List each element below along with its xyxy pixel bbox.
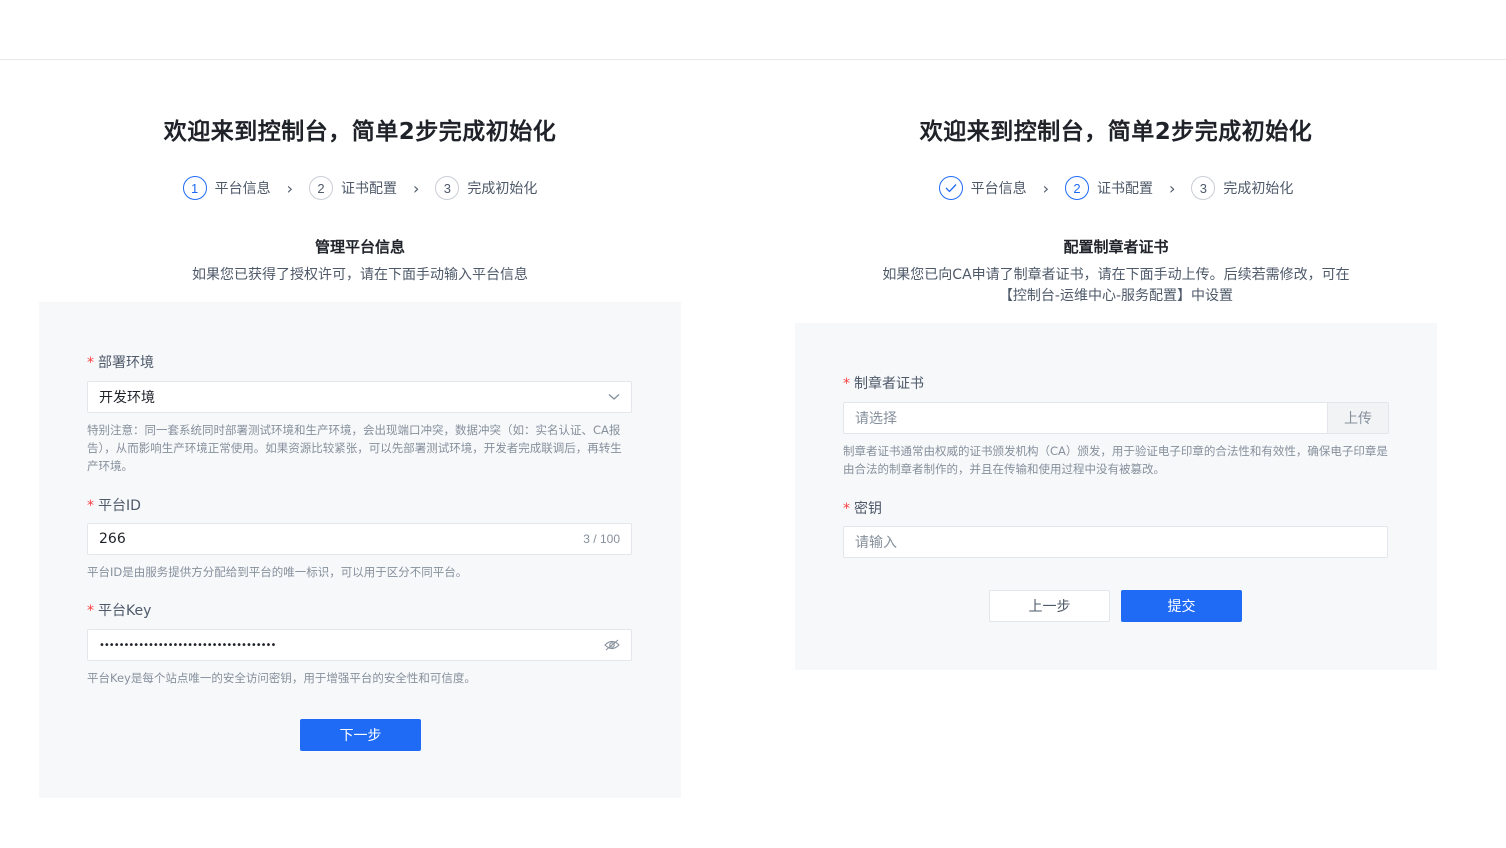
cert-upload-field: 请选择 上传 (843, 402, 1389, 434)
eye-hidden-icon[interactable] (604, 639, 620, 651)
platform-key-label: * 平台Key (87, 600, 151, 620)
step-number: 2 (309, 176, 333, 200)
platform-key-label-text: 平台Key (98, 603, 152, 619)
step-label: 平台信息 (970, 181, 1027, 197)
required-mark: * (87, 603, 94, 619)
platform-id-label: * 平台ID (87, 495, 141, 515)
section-title: 配置制章者证书 (1063, 238, 1169, 256)
section-description: 如果您已获得了授权许可，请在下面手动输入平台信息 (192, 267, 528, 283)
env-label-text: 部署环境 (98, 355, 154, 371)
env-help: 特别注意：同一套系统同时部署测试环境和生产环境，会出现端口冲突，数据冲突（如：实… (87, 423, 622, 473)
chevron-right-icon: › (1169, 178, 1176, 198)
step-complete-init: 3 完成初始化 (1191, 176, 1293, 200)
step-platform-info: 1 平台信息 (182, 176, 271, 200)
chevron-right-icon: › (413, 178, 420, 198)
section-description-line-2: 【控制台-运维中心-服务配置】中设置 (998, 288, 1234, 304)
form-card: * 制章者证书 请选择 上传 制章者证书通常由权威的证书颁发机构（CA）颁发，用于… (795, 323, 1437, 670)
platform-id-label-text: 平台ID (98, 498, 141, 514)
secret-input[interactable]: 请输入 (843, 526, 1388, 558)
required-mark: * (87, 498, 94, 514)
platform-key-help: 平台Key是每个站点唯一的安全访问密钥，用于增强平台的安全性和可信度。 (87, 671, 476, 685)
page-title: 欢迎来到控制台，简单2步完成初始化 (919, 119, 1313, 145)
chevron-down-icon (608, 393, 620, 401)
steps-indicator: 1 平台信息 › 2 证书配置 › 3 完成初始化 (39, 176, 681, 200)
platform-key-value: •••••••••••••••••••••••••••••••••••• (99, 639, 276, 651)
cert-label-text: 制章者证书 (854, 376, 924, 392)
cert-label: * 制章者证书 (843, 373, 924, 393)
step-label: 完成初始化 (1223, 181, 1294, 197)
step-cert-config: 2 证书配置 (1065, 176, 1153, 200)
step-number: 3 (435, 176, 460, 200)
step-label: 平台信息 (214, 181, 271, 197)
platform-key-input[interactable]: •••••••••••••••••••••••••••••••••••• (87, 629, 632, 661)
step-platform-info: 平台信息 (938, 176, 1027, 200)
section-description-line-1: 如果您已向CA申请了制章者证书，请在下面手动上传。后续若需修改，可在 (882, 267, 1350, 283)
next-step-button[interactable]: 下一步 (300, 719, 421, 751)
upload-button[interactable]: 上传 (1327, 402, 1389, 434)
step-complete-init: 3 完成初始化 (435, 176, 537, 200)
env-select-value: 开发环境 (99, 390, 155, 406)
step-label: 证书配置 (341, 181, 397, 197)
top-bar (0, 0, 1506, 60)
required-mark: * (843, 376, 850, 392)
step-number: 1 (182, 176, 207, 200)
platform-id-input[interactable]: 266 3 / 100 (87, 523, 632, 555)
form-card: * 部署环境 开发环境 特别注意：同一套系统同时部署测试环境和生产环境，会出现端口… (39, 302, 681, 798)
env-label: * 部署环境 (87, 352, 154, 372)
steps-indicator: 平台信息 › 2 证书配置 › 3 完成初始化 (795, 176, 1437, 200)
required-mark: * (843, 501, 850, 517)
platform-id-help: 平台ID是由服务提供方分配给到平台的唯一标识，可以用于区分不同平台。 (87, 565, 468, 579)
secret-placeholder: 请输入 (855, 535, 897, 551)
chevron-right-icon: › (1042, 178, 1049, 198)
step-label: 完成初始化 (467, 181, 538, 197)
required-mark: * (87, 355, 94, 371)
env-select[interactable]: 开发环境 (87, 381, 632, 413)
step-number: 2 (1065, 176, 1089, 200)
check-icon (938, 176, 963, 200)
step-cert-config: 2 证书配置 (309, 176, 397, 200)
secret-label: * 密钥 (843, 498, 882, 518)
step-label: 证书配置 (1097, 181, 1153, 197)
cert-help: 制章者证书通常由权威的证书颁发机构（CA）颁发，用于验证电子印章的合法性和有效性… (843, 444, 1388, 476)
page-title: 欢迎来到控制台，简单2步完成初始化 (163, 119, 557, 145)
char-counter: 3 / 100 (583, 532, 620, 546)
chevron-right-icon: › (286, 178, 293, 198)
cert-file-input[interactable]: 请选择 (843, 402, 1327, 434)
section-title: 管理平台信息 (314, 238, 405, 256)
secret-label-text: 密钥 (854, 501, 882, 517)
step-number: 3 (1191, 176, 1216, 200)
submit-button[interactable]: 提交 (1121, 590, 1242, 622)
prev-step-button[interactable]: 上一步 (989, 590, 1110, 622)
platform-id-value: 266 (99, 531, 126, 547)
